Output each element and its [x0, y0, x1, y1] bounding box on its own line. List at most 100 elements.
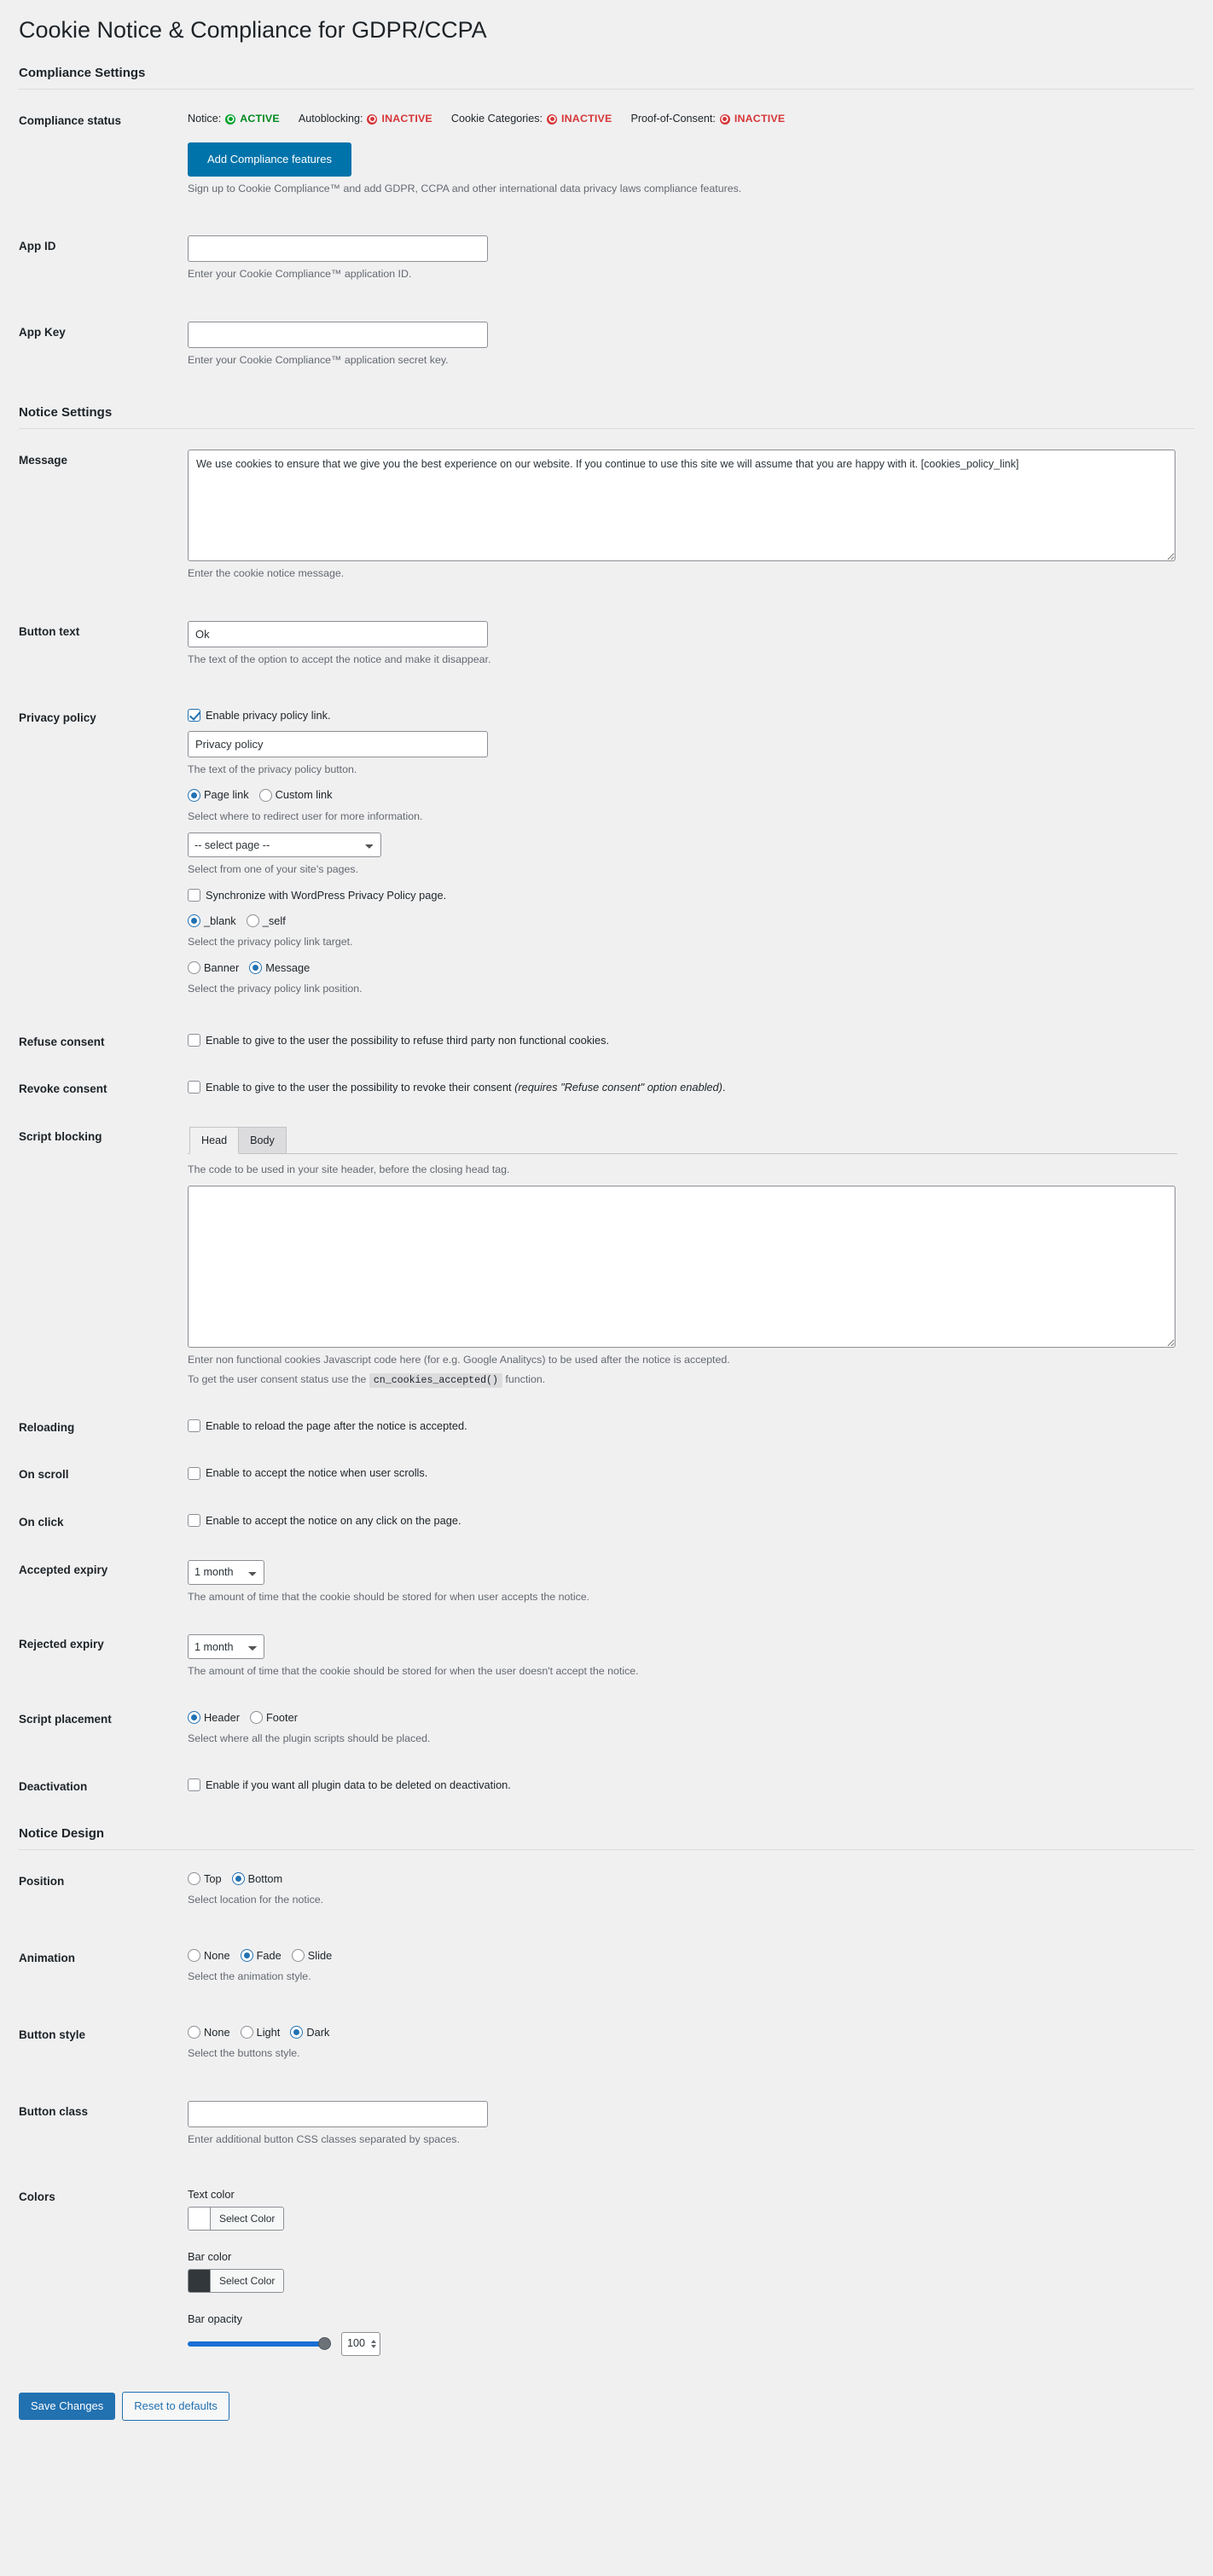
- deactivation-checkbox[interactable]: [188, 1778, 200, 1791]
- bar-color-select-button[interactable]: Select Color: [211, 2270, 284, 2293]
- position-top-option[interactable]: Top: [188, 1871, 222, 1887]
- button-class-input[interactable]: [188, 2100, 488, 2127]
- on-click-checkbox[interactable]: [188, 1514, 200, 1528]
- link-target-self-radio[interactable]: [246, 914, 259, 928]
- link-position-banner-radio[interactable]: [188, 960, 200, 974]
- animation-fade-radio[interactable]: [240, 1949, 253, 1963]
- bar-color-picker[interactable]: Select Color: [188, 2269, 285, 2294]
- revoke-consent-checkbox[interactable]: [188, 1081, 200, 1094]
- button-style-description: Select the buttons style.: [188, 2046, 300, 2059]
- link-type-page-radio[interactable]: [188, 788, 200, 802]
- script-placement-description: Select where all the plugin scripts shou…: [188, 1732, 431, 1744]
- text-color-picker[interactable]: Select Color: [188, 2207, 285, 2231]
- notice-design-table: Position Top Bottom Select location for …: [0, 1850, 1213, 2375]
- link-position-banner-option[interactable]: Banner: [188, 960, 239, 976]
- label-message: Message: [19, 454, 68, 467]
- on-scroll-checkbox[interactable]: [188, 1466, 200, 1480]
- animation-slide-radio[interactable]: [291, 1949, 305, 1963]
- accepted-expiry-select[interactable]: 1 month: [188, 1559, 264, 1585]
- reloading-option[interactable]: Enable to reload the page after the noti…: [188, 1418, 1204, 1434]
- script-placement-footer-radio[interactable]: [249, 1710, 263, 1724]
- script-placement-header-option[interactable]: Header: [188, 1709, 240, 1726]
- bar-opacity-number-input[interactable]: 100: [341, 2331, 380, 2356]
- tab-body[interactable]: Body: [238, 1126, 287, 1154]
- sync-wp-privacy-checkbox[interactable]: [188, 888, 200, 902]
- script-blocking-textarea[interactable]: [188, 1185, 1175, 1348]
- row-script-blocking: Script blocking Head Body The code to be…: [0, 1111, 1213, 1401]
- row-position: Position Top Bottom Select location for …: [0, 1850, 1213, 1927]
- refuse-consent-checkbox[interactable]: [188, 1033, 200, 1047]
- row-message: Message We use cookies to ensure that we…: [0, 429, 1213, 600]
- spinner-up-icon[interactable]: [371, 2339, 376, 2343]
- position-top-radio[interactable]: [188, 1872, 200, 1886]
- sync-wp-privacy-option[interactable]: Synchronize with WordPress Privacy Polic…: [188, 887, 1204, 903]
- reset-to-defaults-button[interactable]: Reset to defaults: [122, 2391, 229, 2421]
- link-position-message-radio[interactable]: [249, 960, 263, 974]
- revoke-consent-option[interactable]: Enable to give to the user the possibili…: [188, 1079, 1204, 1095]
- script-placement-header-radio[interactable]: [188, 1710, 200, 1724]
- row-app-key: App Key Enter your Cookie Compliance™ ap…: [0, 301, 1213, 387]
- link-target-blank-option[interactable]: _blank: [188, 913, 236, 929]
- app-key-description: Enter your Cookie Compliance™ applicatio…: [188, 353, 449, 366]
- spinner-down-icon[interactable]: [371, 2344, 376, 2348]
- animation-fade-option[interactable]: Fade: [240, 1947, 281, 1964]
- privacy-page-select[interactable]: -- select page --: [188, 833, 381, 858]
- tab-head[interactable]: Head: [189, 1126, 240, 1155]
- button-style-light-option[interactable]: Light: [240, 2024, 280, 2040]
- link-target-self-option[interactable]: _self: [246, 913, 286, 929]
- status-led-inactive-icon: [367, 113, 378, 125]
- accepted-expiry-description: The amount of time that the cookie shoul…: [188, 1590, 590, 1603]
- label-on-click: On click: [19, 1516, 64, 1529]
- notice-message-description: Enter the cookie notice message.: [188, 567, 345, 580]
- on-click-option[interactable]: Enable to accept the notice on any click…: [188, 1512, 1204, 1529]
- row-script-placement: Script placement Header Footer Select wh…: [0, 1693, 1213, 1761]
- animation-slide-option[interactable]: Slide: [291, 1947, 333, 1964]
- bar-opacity-slider[interactable]: [188, 2341, 331, 2347]
- row-compliance-status: Compliance status Notice: ACTIVE Autoblo…: [0, 90, 1213, 215]
- button-style-dark-radio[interactable]: [290, 2025, 304, 2039]
- deactivation-option[interactable]: Enable if you want all plugin data to be…: [188, 1777, 1204, 1793]
- animation-none-option[interactable]: None: [188, 1947, 230, 1964]
- link-target-radio-group: _blank _self: [188, 913, 1204, 929]
- link-type-custom-radio[interactable]: [258, 788, 272, 802]
- save-changes-button[interactable]: Save Changes: [19, 2393, 116, 2420]
- button-text-input[interactable]: [188, 621, 488, 648]
- link-type-page-option[interactable]: Page link: [188, 786, 249, 803]
- revoke-consent-period: .: [722, 1081, 726, 1094]
- animation-description: Select the animation style.: [188, 1970, 311, 1983]
- button-style-dark-option[interactable]: Dark: [290, 2024, 329, 2040]
- link-target-self-label: _self: [262, 914, 286, 928]
- notice-message-textarea[interactable]: We use cookies to ensure that we give yo…: [188, 450, 1175, 562]
- bar-opacity-label: Bar opacity: [188, 2312, 243, 2325]
- button-style-none-option[interactable]: None: [188, 2024, 230, 2040]
- privacy-policy-text-input[interactable]: [188, 730, 488, 757]
- reloading-checkbox[interactable]: [188, 1419, 200, 1433]
- app-key-input[interactable]: [188, 321, 488, 348]
- status-name-cookie-categories: Cookie Categories:: [450, 113, 543, 125]
- bar-opacity-spinner[interactable]: [371, 2339, 376, 2348]
- link-target-description: Select the privacy policy link target.: [188, 936, 353, 949]
- text-color-select-button[interactable]: Select Color: [211, 2208, 284, 2231]
- button-style-none-radio[interactable]: [188, 2025, 200, 2039]
- app-id-input[interactable]: [188, 235, 488, 263]
- label-accepted-expiry: Accepted expiry: [19, 1563, 108, 1576]
- enable-privacy-policy-checkbox[interactable]: [188, 708, 200, 722]
- button-style-light-radio[interactable]: [240, 2025, 253, 2039]
- position-description: Select location for the notice.: [188, 1894, 324, 1906]
- on-scroll-option[interactable]: Enable to accept the notice when user sc…: [188, 1465, 1204, 1481]
- position-bottom-option[interactable]: Bottom: [231, 1871, 282, 1887]
- position-bottom-radio[interactable]: [231, 1872, 245, 1886]
- animation-none-radio[interactable]: [188, 1949, 200, 1963]
- link-target-blank-radio[interactable]: [188, 914, 200, 928]
- link-type-custom-option[interactable]: Custom link: [258, 786, 333, 803]
- add-compliance-features-button[interactable]: Add Compliance features: [188, 142, 351, 177]
- label-reloading: Reloading: [19, 1420, 75, 1434]
- animation-slide-label: Slide: [307, 1948, 333, 1962]
- rejected-expiry-select[interactable]: 1 month: [188, 1634, 264, 1660]
- enable-privacy-policy-option[interactable]: Enable privacy policy link.: [188, 707, 1204, 723]
- refuse-consent-option[interactable]: Enable to give to the user the possibili…: [188, 1032, 1204, 1048]
- row-button-style: Button style None Light Dark Select the …: [0, 2004, 1213, 2080]
- link-position-message-option[interactable]: Message: [249, 960, 310, 976]
- script-placement-footer-option[interactable]: Footer: [249, 1709, 298, 1726]
